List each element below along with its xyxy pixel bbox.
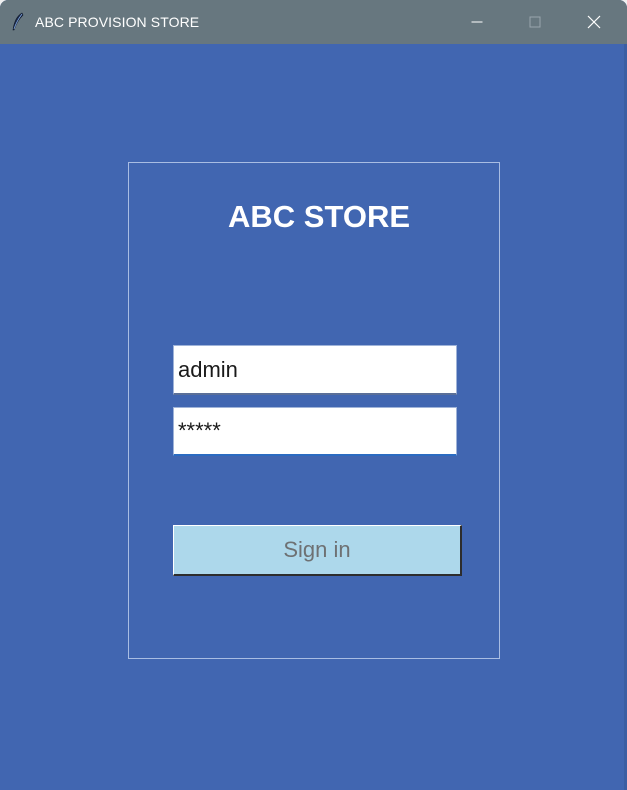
- minimize-icon: [471, 21, 483, 23]
- app-window: ABC PROVISION STORE ABC STORE Sign in: [0, 0, 627, 790]
- maximize-button[interactable]: [506, 0, 564, 44]
- minimize-button[interactable]: [448, 0, 506, 44]
- close-button[interactable]: [565, 0, 623, 44]
- password-input[interactable]: [173, 407, 457, 456]
- maximize-icon: [529, 16, 541, 28]
- window-title: ABC PROVISION STORE: [35, 14, 200, 30]
- close-icon: [587, 15, 601, 29]
- username-input[interactable]: [173, 345, 457, 395]
- sign-in-button[interactable]: Sign in: [173, 525, 462, 576]
- store-heading: ABC STORE: [228, 199, 411, 234]
- title-bar[interactable]: ABC PROVISION STORE: [0, 0, 627, 44]
- feather-icon: [11, 12, 25, 32]
